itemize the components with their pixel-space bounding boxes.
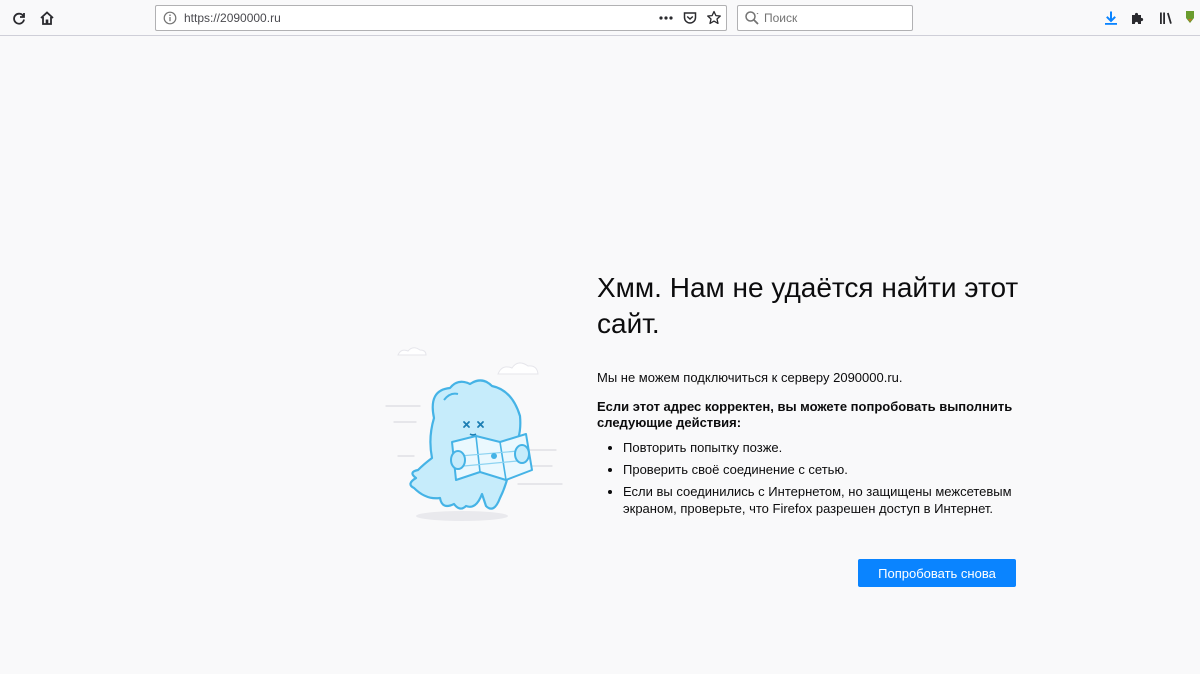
- pocket-button[interactable]: [682, 10, 698, 26]
- bookmark-button[interactable]: [706, 10, 722, 26]
- home-icon: [40, 11, 54, 25]
- suggestion-item: Проверить своё соединение с сетью.: [623, 461, 1037, 478]
- reload-icon: [13, 12, 25, 25]
- info-icon[interactable]: [163, 11, 177, 25]
- reload-button[interactable]: [6, 5, 32, 31]
- addons-button[interactable]: [1125, 5, 1151, 31]
- error-description: Мы не можем подключиться к серверу 20900…: [597, 370, 903, 385]
- home-button[interactable]: [34, 5, 60, 31]
- puzzle-icon: [1132, 12, 1144, 24]
- suggestions-list: Повторить попытку позже. Проверить своё …: [597, 439, 1037, 517]
- search-bar[interactable]: [737, 5, 913, 31]
- search-input[interactable]: [764, 8, 904, 28]
- star-icon: [707, 10, 721, 25]
- search-icon: [745, 11, 759, 25]
- url-text[interactable]: https://2090000.ru: [184, 11, 281, 25]
- extension-button[interactable]: [1180, 5, 1200, 31]
- error-content: Хмм. Нам не удаётся найти этот сайт. Мы …: [597, 270, 1037, 522]
- downloads-button[interactable]: [1098, 5, 1124, 31]
- pocket-icon: [683, 12, 697, 24]
- url-bar[interactable]: https://2090000.ru: [155, 5, 727, 31]
- suggestions-title: Если этот адрес корректен, вы можете поп…: [597, 399, 1013, 430]
- download-arrow-icon: [1105, 11, 1117, 25]
- page-actions-button[interactable]: [658, 10, 674, 26]
- extension-icon: [1186, 11, 1194, 23]
- suggestion-item: Если вы соединились с Интернетом, но защ…: [623, 483, 1037, 517]
- more-dots-icon: [659, 16, 673, 20]
- navigation-toolbar: https://2090000.ru: [0, 0, 1200, 36]
- library-button[interactable]: [1153, 5, 1179, 31]
- retry-button[interactable]: Попробовать снова: [858, 559, 1016, 587]
- library-icon: [1160, 12, 1172, 24]
- error-title: Хмм. Нам не удаётся найти этот сайт.: [597, 272, 1019, 339]
- lost-monster-illustration: [385, 347, 563, 521]
- suggestion-item: Повторить попытку позже.: [623, 439, 1037, 456]
